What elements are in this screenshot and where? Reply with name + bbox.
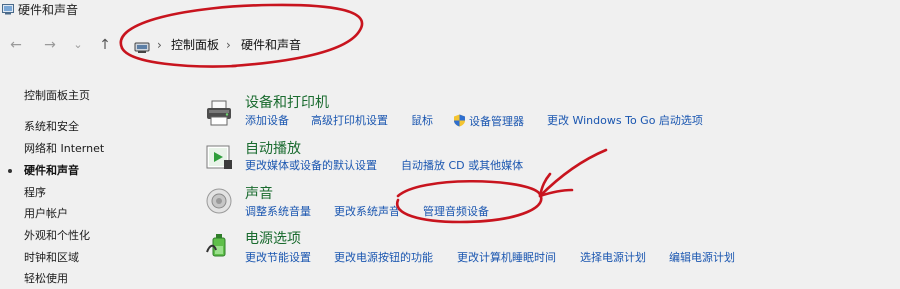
link-choose-power-plan[interactable]: 选择电源计划 [580, 251, 646, 265]
uac-shield-icon [454, 114, 465, 127]
sidebar-item-network-internet[interactable]: 网络和 Internet [24, 142, 104, 156]
link-change-system-sounds[interactable]: 更改系统声音 [334, 205, 400, 219]
link-device-manager[interactable]: 设备管理器 [469, 115, 524, 128]
link-adjust-system-volume[interactable]: 调整系统音量 [245, 205, 311, 219]
breadcrumb-control-panel[interactable]: 控制面板 [171, 37, 219, 53]
link-advanced-printer-setup[interactable]: 高级打印机设置 [311, 114, 388, 128]
link-edit-power-plan[interactable]: 编辑电源计划 [669, 251, 735, 265]
link-add-device[interactable]: 添加设备 [245, 114, 289, 128]
sidebar-item-system-security[interactable]: 系统和安全 [24, 120, 79, 134]
link-mouse[interactable]: 鼠标 [411, 114, 433, 128]
sidebar-item-control-panel-home[interactable]: 控制面板主页 [24, 89, 90, 103]
navigation-bar: ← → ⌄ ↑ › 控制面板 › 硬件和声音 [0, 28, 900, 64]
link-computer-sleep-time[interactable]: 更改计算机睡眠时间 [457, 251, 556, 265]
forward-arrow-icon[interactable]: → [41, 36, 59, 54]
link-device-manager-wrapper[interactable]: 设备管理器 [453, 114, 524, 129]
link-power-button-function[interactable]: 更改电源按钮的功能 [334, 251, 433, 265]
category-autoplay-title[interactable]: 自动播放 [245, 140, 301, 158]
control-panel-icon[interactable] [134, 40, 151, 54]
breadcrumb-separator: › [226, 38, 231, 52]
recent-locations-chevron-down-icon[interactable]: ⌄ [69, 36, 87, 54]
category-power-options-title[interactable]: 电源选项 [245, 230, 301, 248]
title-bar: 硬件和声音 [0, 0, 900, 22]
link-change-power-saving[interactable]: 更改节能设置 [245, 251, 311, 265]
power-options-icon[interactable] [204, 230, 234, 260]
link-autoplay-cd[interactable]: 自动播放 CD 或其他媒体 [401, 159, 523, 173]
link-change-default-media-settings[interactable]: 更改媒体或设备的默认设置 [245, 159, 377, 173]
breadcrumb-hardware-sound[interactable]: 硬件和声音 [241, 37, 301, 53]
autoplay-icon[interactable] [204, 142, 234, 172]
category-sound-title[interactable]: 声音 [245, 185, 273, 203]
sidebar-item-user-accounts[interactable]: 用户帐户 [24, 207, 68, 221]
up-arrow-icon[interactable]: ↑ [96, 36, 114, 54]
breadcrumb-separator: › [157, 38, 162, 52]
category-devices-printers-title[interactable]: 设备和打印机 [245, 94, 329, 112]
sidebar-item-ease-of-access[interactable]: 轻松使用 [24, 272, 68, 286]
link-windows-to-go[interactable]: 更改 Windows To Go 启动选项 [547, 114, 703, 128]
back-arrow-icon[interactable]: ← [7, 36, 25, 54]
speaker-icon[interactable] [204, 186, 234, 216]
sidebar-item-programs[interactable]: 程序 [24, 186, 46, 200]
window-title: 硬件和声音 [18, 3, 79, 17]
link-manage-audio-devices[interactable]: 管理音频设备 [423, 205, 489, 219]
printer-icon[interactable] [204, 98, 234, 128]
active-indicator-dot [8, 169, 12, 173]
sidebar-item-clock-region[interactable]: 时钟和区域 [24, 251, 79, 265]
control-panel-icon [2, 4, 14, 15]
sidebar-item-hardware-sound[interactable]: 硬件和声音 [24, 164, 79, 178]
sidebar-item-appearance[interactable]: 外观和个性化 [24, 229, 90, 243]
